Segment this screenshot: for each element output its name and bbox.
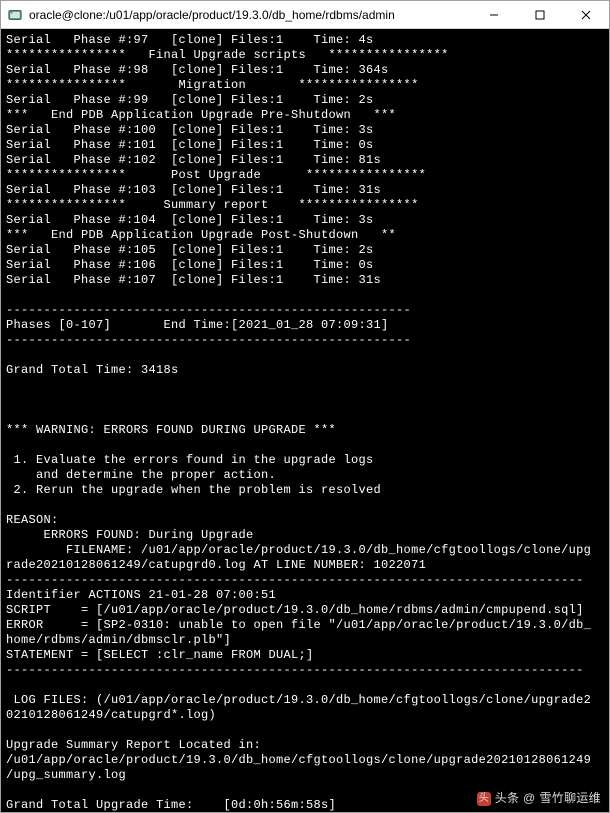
close-button[interactable]	[563, 1, 609, 29]
watermark-at: 头条 @	[495, 791, 536, 806]
window-buttons	[471, 1, 609, 29]
terminal[interactable]: Serial Phase #:97 [clone] Files:1 Time: …	[1, 29, 609, 812]
maximize-button[interactable]	[517, 1, 563, 29]
watermark-icon: 头	[477, 792, 491, 806]
minimize-button[interactable]	[471, 1, 517, 29]
titlebar: oracle@clone:/u01/app/oracle/product/19.…	[1, 1, 609, 29]
window-title: oracle@clone:/u01/app/oracle/product/19.…	[29, 8, 471, 22]
app-icon	[7, 7, 23, 23]
app-window: oracle@clone:/u01/app/oracle/product/19.…	[0, 0, 610, 813]
watermark: 头头条 @雪竹聊运维	[477, 791, 601, 806]
watermark-name: 雪竹聊运维	[539, 791, 601, 806]
